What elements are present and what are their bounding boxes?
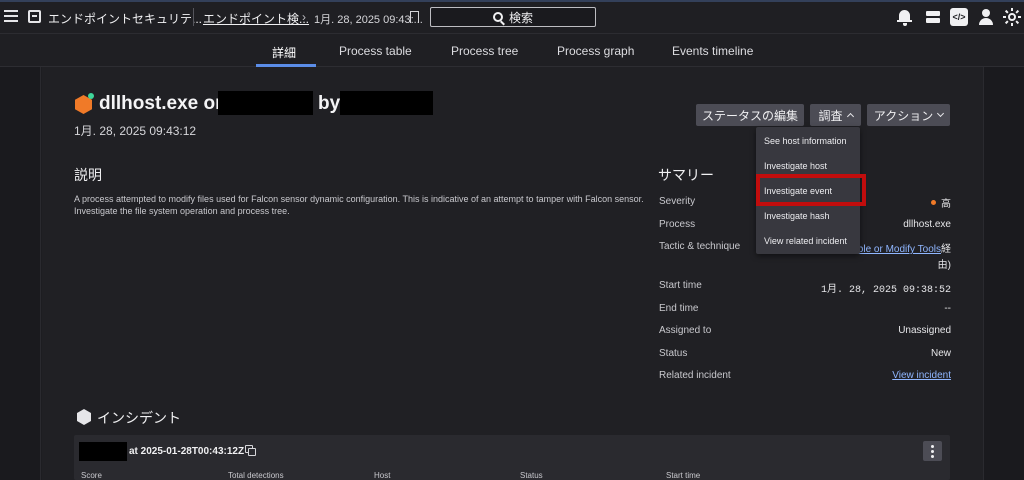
tab-bar: 詳細 Process table Process tree Process gr… [0, 34, 1024, 67]
more-options-icon[interactable] [923, 441, 942, 461]
start-time-label: Start time [659, 280, 702, 291]
sun-icon[interactable] [1003, 8, 1021, 26]
status-value: New [930, 348, 951, 359]
tactic-label: Tactic & technique [659, 241, 741, 252]
tactic-suffix: 経 [941, 244, 951, 255]
description-heading: 説明 [74, 167, 102, 183]
breadcrumb-current: 1月. 28, 2025 09:43:... [314, 14, 423, 26]
incident-time: at 2025-01-28T00:43:12Z [129, 446, 245, 457]
bookmark-icon[interactable] [410, 11, 419, 23]
end-time-value: -- [944, 303, 951, 314]
breadcrumb-link[interactable]: エンドポイント検... [203, 10, 309, 27]
summary-heading: サマリー [658, 167, 714, 183]
tactic-value: ble or Modify Tools経 [858, 240, 951, 255]
redacted-hostname [218, 91, 313, 115]
tab-process-table[interactable]: Process table [339, 44, 412, 58]
assigned-to-value: Unassigned [898, 325, 951, 336]
app-title[interactable]: エンドポイントセキュリテ... [48, 10, 202, 27]
cards-icon[interactable] [924, 8, 942, 26]
start-time-value: 1月. 28, 2025 09:38:52 [820, 285, 951, 296]
incident-card [74, 435, 950, 480]
search-label: 検索 [508, 10, 533, 25]
assigned-to-label: Assigned to [659, 325, 712, 336]
detection-date: 1月. 28, 2025 09:43:12 [74, 124, 197, 138]
page-title: dllhost.exe on [99, 93, 227, 114]
redacted-username [340, 91, 433, 115]
menu-item-investigate-hash[interactable]: Investigate hash [764, 211, 830, 221]
search-icon [492, 12, 503, 22]
menu-item-investigate-host[interactable]: Investigate host [764, 161, 827, 171]
related-incident-label: Related incident [659, 370, 731, 381]
action-label: アクション [873, 108, 934, 123]
column-header-host[interactable]: Host [374, 471, 390, 480]
column-header-status[interactable]: Status [520, 471, 543, 480]
investigate-button[interactable]: 調査 [810, 104, 861, 126]
bell-icon[interactable] [896, 8, 914, 26]
left-panel [0, 67, 41, 480]
title-by: by [318, 93, 341, 114]
severity-text: 高 [941, 199, 951, 210]
incident-heading: インシデント [97, 410, 181, 426]
severity-label: Severity [659, 196, 696, 207]
severity-dot-icon [931, 200, 936, 205]
process-value: dllhost.exe [903, 219, 951, 230]
tab-process-tree[interactable]: Process tree [451, 44, 518, 58]
app-icon [28, 10, 41, 23]
redacted-incident-host [79, 442, 127, 461]
column-header-total-detections[interactable]: Total detections [228, 471, 284, 480]
edit-status-button[interactable]: ステータスの編集 [696, 104, 804, 126]
severity-value: 高 [931, 195, 951, 210]
top-accent-line [0, 0, 1024, 2]
tab-events-timeline[interactable]: Events timeline [672, 44, 753, 58]
edit-status-label: ステータスの編集 [701, 108, 798, 123]
tactic-link[interactable]: ble or Modify Tools [858, 244, 941, 255]
status-dot-icon [88, 93, 94, 99]
copy-icon[interactable] [245, 445, 256, 456]
highlight-box [756, 174, 866, 206]
menu-icon[interactable] [4, 10, 18, 23]
search-button[interactable]: 検索 [430, 7, 596, 27]
chevron-down-icon [937, 109, 945, 118]
status-label: Status [659, 348, 688, 359]
end-time-label: End time [659, 303, 699, 314]
description-text: A process attempted to modify files used… [74, 194, 644, 216]
process-label: Process [659, 219, 696, 230]
chevron-right-icon: › [302, 10, 306, 24]
menu-item-view-related-incident[interactable]: View related incident [764, 236, 847, 246]
investigate-label: 調査 [818, 108, 843, 123]
tactic-value-line2: 由) [937, 260, 951, 271]
chevron-up-icon [846, 112, 854, 121]
user-icon[interactable] [977, 8, 995, 26]
view-incident-link[interactable]: View incident [892, 370, 951, 381]
right-panel [983, 67, 1024, 480]
tab-process-graph[interactable]: Process graph [557, 44, 634, 58]
code-icon[interactable]: </> [950, 8, 968, 26]
tab-details[interactable]: 詳細 [272, 44, 296, 61]
breadcrumb-divider [193, 8, 194, 26]
column-header-score[interactable]: Score [81, 471, 102, 480]
action-button[interactable]: アクション [867, 104, 950, 126]
column-header-start-time[interactable]: Start time [666, 471, 700, 480]
menu-item-see-host-information[interactable]: See host information [764, 136, 847, 146]
